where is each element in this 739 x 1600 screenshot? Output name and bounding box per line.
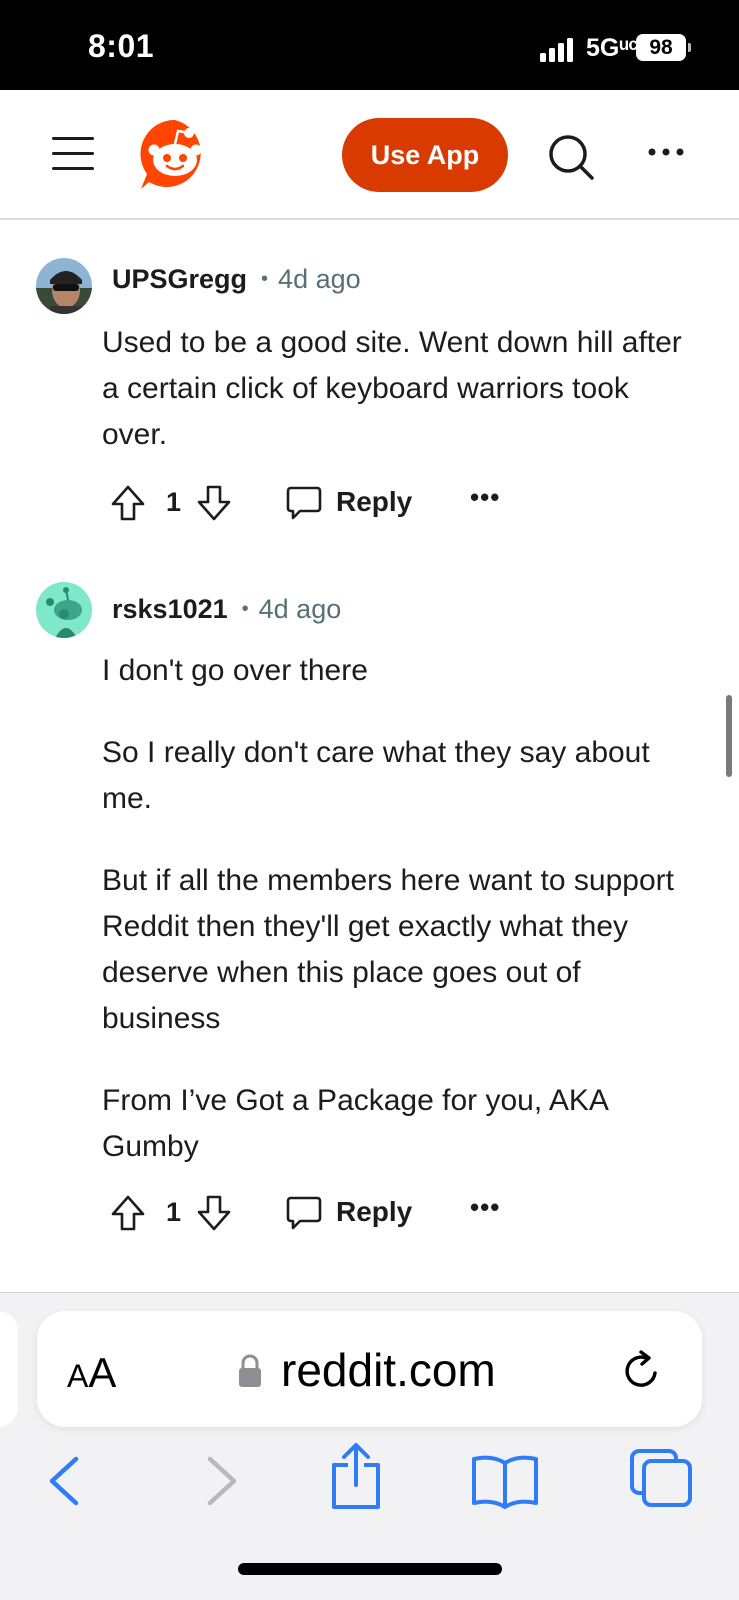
reply-label: Reply [336,1196,413,1227]
battery-icon: 98 [636,34,686,61]
comment-paragraph: From I’ve Got a Package for you, AKA Gum… [102,1084,608,1163]
reply-label: Reply [336,486,413,517]
home-indicator[interactable] [238,1563,502,1575]
comment-paragraph: Used to be a good site. Went down hill a… [102,326,682,451]
reddit-header: Use App [0,90,739,220]
use-app-button[interactable]: Use App [342,118,508,192]
meta-separator: • [241,598,249,620]
scroll-indicator[interactable] [726,695,732,777]
comment-paragraph: So I really don't care what they say abo… [102,736,650,815]
safari-toolbar: AA reddit.com [0,1292,739,1600]
comment-more-button[interactable]: ••• [470,482,500,513]
status-time: 8:01 [88,28,155,64]
comment-time: 4d ago [278,264,361,294]
comment-more-button[interactable]: ••• [470,1192,500,1223]
aa-small: A [67,1358,89,1394]
page-settings-button[interactable]: AA [67,1349,116,1397]
share-icon[interactable] [326,1441,386,1511]
tabs-icon[interactable] [628,1447,694,1509]
username[interactable]: UPSGregg [112,264,247,294]
avatar[interactable] [36,582,92,638]
url-text: reddit.com [281,1344,496,1396]
back-icon[interactable] [40,1451,100,1511]
search-icon[interactable] [546,132,596,182]
reply-button[interactable]: Reply [286,1192,416,1236]
comment-time: 4d ago [258,594,342,624]
comment-bubble-icon [286,486,322,520]
comment-paragraph: I don't go over there [102,654,368,687]
previous-tab-peek[interactable] [0,1311,18,1427]
reply-button[interactable]: Reply [286,482,416,526]
comment-paragraph: But if all the members here want to supp… [102,864,674,1035]
aa-big: A [88,1349,117,1396]
comment-body: Used to be a good site. Went down hill a… [102,320,692,494]
reddit-logo-icon[interactable] [137,116,213,192]
upvote-icon[interactable] [110,484,146,522]
comment-actions: 1 Reply ••• [110,482,530,526]
more-horizontal-icon[interactable] [646,142,686,162]
comment: UPSGregg • 4d ago Used to be a good site. … [0,250,739,540]
network-type: 5Gᵘᶜ [586,34,639,62]
vote-count: 1 [166,1197,182,1227]
comment-actions: 1 Reply ••• [110,1192,530,1236]
cellular-signal-icon [540,38,580,62]
username[interactable]: rsks1021 [112,594,228,624]
comment-body: I don't go over there So I really don't … [102,648,692,1206]
downvote-icon[interactable] [196,484,232,522]
lock-icon [239,1354,261,1387]
upvote-icon[interactable] [110,1194,146,1232]
comment-meta: rsks1021 • 4d ago [112,594,341,625]
comment: rsks1021 • 4d ago I don't go over there So… [0,582,739,1282]
bookmarks-icon[interactable] [470,1451,540,1511]
hamburger-icon[interactable] [52,137,94,171]
reload-icon[interactable] [619,1349,663,1393]
comment-meta: UPSGregg • 4d ago [112,264,361,295]
status-bar: 8:01 5Gᵘᶜ 98 [0,0,739,90]
downvote-icon[interactable] [196,1194,232,1232]
comment-bubble-icon [286,1196,322,1230]
meta-separator: • [261,268,269,290]
vote-count: 1 [166,487,182,517]
forward-icon[interactable] [186,1451,246,1511]
address-bar[interactable]: AA reddit.com [37,1311,702,1427]
avatar[interactable] [36,258,92,314]
battery-nub [688,43,691,52]
